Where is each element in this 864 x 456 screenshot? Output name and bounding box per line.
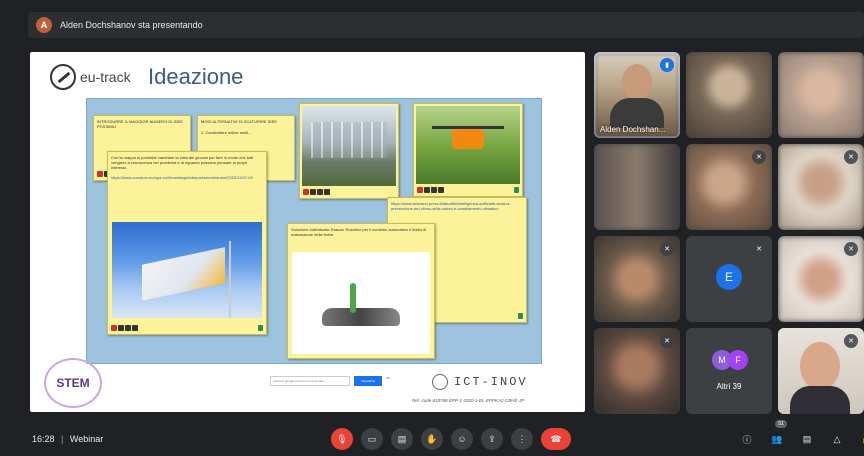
chat-button[interactable]: ▤ <box>796 428 818 450</box>
note-text: 1. Condividere online molti... <box>201 130 252 136</box>
greenhouse-image <box>302 106 396 186</box>
note-map: Con la mappa si potrebbe cambiare la rot… <box>107 151 267 335</box>
mic-off-icon: ✕ <box>844 334 858 348</box>
ict-inov-logo-text: ICT-INOV <box>454 375 528 389</box>
host-controls-button[interactable]: 🔒 <box>856 428 864 450</box>
participant-tile[interactable]: ✕ <box>594 236 680 322</box>
captions-button[interactable]: ▤ <box>391 428 413 450</box>
others-tile[interactable]: M F Altri 39 <box>686 328 772 414</box>
project-ref-code: Ref. code 618768-EPP-1-2020-1-EL-EPPKA2-… <box>412 398 525 403</box>
participant-face <box>800 342 840 390</box>
note-greenhouse <box>299 103 399 199</box>
participant-name: Alden Dochshan... <box>600 125 666 134</box>
participant-tile[interactable]: ✕ <box>778 236 864 322</box>
note-text: Soluzione individuata: Braccio Robotico … <box>291 227 427 238</box>
note-link[interactable]: https://www.corsdom.europa.eu/it/meeting… <box>111 175 263 180</box>
pin-icon <box>518 313 523 319</box>
stem-logo: STEM <box>44 358 102 408</box>
participant-tile[interactable]: E ✕ <box>686 236 772 322</box>
people-button[interactable]: 👥 <box>766 428 788 450</box>
stem-logo-text: STEM <box>56 376 90 390</box>
activities-button[interactable]: △ <box>826 428 848 450</box>
pin-icon <box>258 325 263 331</box>
eu-track-logo-icon <box>50 64 76 90</box>
presenter-banner-text: Alden Dochshanov sta presentando <box>60 20 203 30</box>
note-drone <box>413 103 523 197</box>
note-icons <box>111 325 138 331</box>
participant-tile[interactable] <box>778 52 864 138</box>
note-icons <box>417 187 444 193</box>
mic-off-icon: ✕ <box>752 150 766 164</box>
eu-track-logo-text: eu-track <box>80 69 131 85</box>
clock-time: 16:28 <box>32 434 55 444</box>
eu-track-logo: eu-track <box>50 64 131 90</box>
ict-inov-logo: ICT-INOV <box>432 374 528 390</box>
meet-window: A Alden Dochshanov sta presentando eu-tr… <box>0 0 864 456</box>
shared-screen: eu-track Ideazione INTRODURRE IL MAGGIOR… <box>30 52 585 412</box>
ok-button[interactable]: Ok <box>386 376 396 386</box>
pin-icon <box>514 187 519 193</box>
presenter-banner: A Alden Dochshanov sta presentando <box>28 12 864 38</box>
participant-tile[interactable]: ✕ <box>686 144 772 230</box>
side-controls: ⓘ 👥 ▤ △ 🔒 <box>736 428 864 450</box>
others-count: Altri 39 <box>716 382 742 391</box>
mic-off-icon: ✕ <box>660 334 674 348</box>
note-text: MODI ALTERNATIVI DI SCATURIRE IDEE <box>201 119 278 124</box>
mic-off-icon: ✕ <box>660 242 674 256</box>
robot-hand-image <box>292 252 430 354</box>
emoji-button[interactable]: ☺ <box>451 428 473 450</box>
mic-off-icon: ✕ <box>844 150 858 164</box>
presenter-avatar: A <box>36 17 52 33</box>
padlet-board: INTRODURRE IL MAGGIOR NUMERO DI IDEE POS… <box>86 98 542 364</box>
participant-tile[interactable]: ▮ Alden Dochshan... <box>594 52 680 138</box>
url-input[interactable]: Inserisci google.com/url su cui postare <box>270 376 350 386</box>
participant-tile[interactable]: ✕ <box>778 144 864 230</box>
bottom-bar: 16:28 | Webinar 🎙 ▭ ▤ ✋ ☺ ⇪ ⋮ ☎ ⓘ 👥 ▤ △ … <box>0 424 864 456</box>
participant-tile[interactable] <box>594 144 680 230</box>
participant-avatar: E <box>716 264 742 290</box>
slide-title: Ideazione <box>148 64 244 89</box>
meeting-info: 16:28 | Webinar <box>32 434 103 444</box>
note-text: INTRODURRE IL MAGGIOR NUMERO DI IDEE POS… <box>97 119 183 130</box>
separator: | <box>61 434 64 444</box>
note-text: Con la mappa si potrebbe cambiare la rot… <box>111 155 254 171</box>
view-button[interactable]: Visualizza <box>354 376 382 386</box>
leave-call-button[interactable]: ☎ <box>541 428 571 450</box>
note-robot-arm: Soluzione individuata: Braccio Robotico … <box>287 223 435 359</box>
present-button[interactable]: ⇪ <box>481 428 503 450</box>
camera-toggle-button[interactable]: ▭ <box>361 428 383 450</box>
more-options-button[interactable]: ⋮ <box>511 428 533 450</box>
note-link[interactable]: https://www.lamcano.press.it/attualita/i… <box>391 201 523 211</box>
ict-inov-logo-icon <box>432 374 448 390</box>
flag-image <box>112 222 262 318</box>
speaking-indicator-icon: ▮ <box>660 58 674 72</box>
info-button[interactable]: ⓘ <box>736 428 758 450</box>
participant-tile[interactable] <box>686 52 772 138</box>
note-icons <box>303 189 330 195</box>
call-controls: 🎙 ▭ ▤ ✋ ☺ ⇪ ⋮ ☎ <box>331 428 571 450</box>
raise-hand-button[interactable]: ✋ <box>421 428 443 450</box>
participant-tile[interactable]: ✕ <box>778 328 864 414</box>
mic-off-icon: ✕ <box>844 242 858 256</box>
participant-count-badge: 51 <box>775 420 787 428</box>
mic-toggle-button[interactable]: 🎙 <box>331 428 353 450</box>
meeting-name: Webinar <box>69 434 104 444</box>
mic-off-icon: ✕ <box>752 242 766 256</box>
participant-avatar: F <box>728 350 748 370</box>
participant-tile[interactable]: ✕ <box>594 328 680 414</box>
drone-image <box>416 106 520 184</box>
participant-face <box>622 64 652 100</box>
search-strip: Inserisci google.com/url su cui postare … <box>270 374 396 388</box>
